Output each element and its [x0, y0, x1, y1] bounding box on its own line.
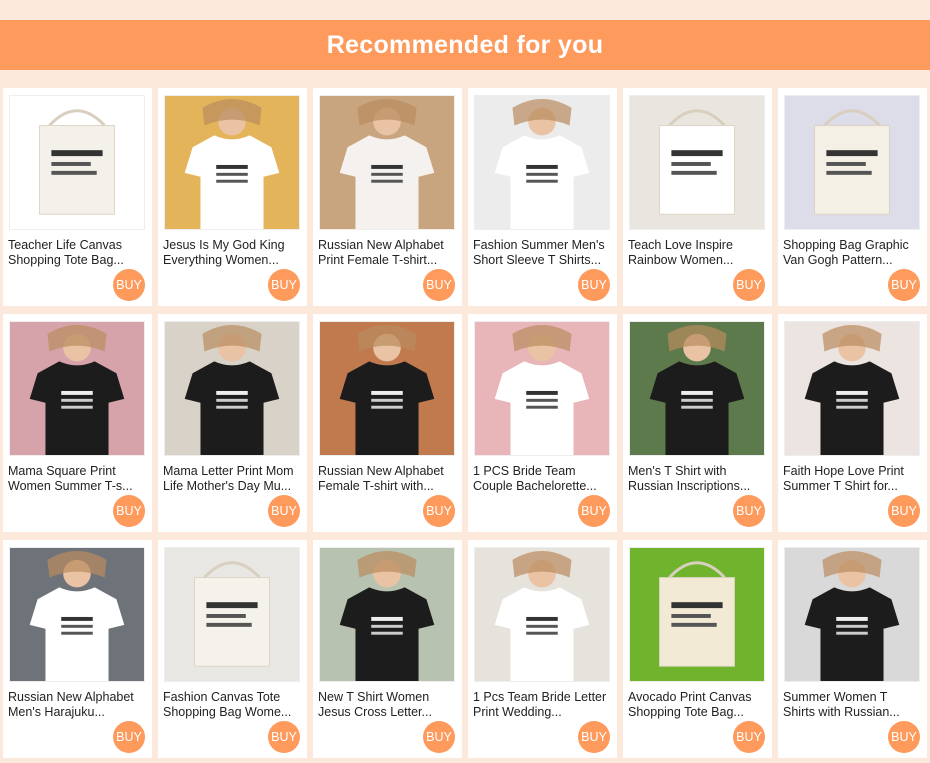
product-card[interactable]: Fashion Canvas Tote Shopping Bag Wome...… — [158, 540, 307, 758]
buy-button[interactable]: BUY — [578, 269, 610, 301]
buy-button[interactable]: BUY — [268, 269, 300, 301]
buy-button[interactable]: BUY — [423, 269, 455, 301]
product-card[interactable]: 1 PCS Bride Team Couple Bachelorette... B… — [468, 314, 617, 532]
product-card[interactable]: Faith Hope Love Print Summer T Shirt for… — [778, 314, 927, 532]
product-title[interactable]: Shopping Bag Graphic Van Gogh Pattern... — [783, 238, 921, 268]
buy-button[interactable]: BUY — [733, 721, 765, 753]
buy-button[interactable]: BUY — [733, 269, 765, 301]
product-title[interactable]: Mama Square Print Women Summer T-s... — [8, 464, 146, 494]
buy-button[interactable]: BUY — [423, 495, 455, 527]
product-card[interactable]: Mama Letter Print Mom Life Mother's Day … — [158, 314, 307, 532]
product-title[interactable]: Fashion Canvas Tote Shopping Bag Wome... — [163, 690, 301, 720]
buy-button[interactable]: BUY — [578, 495, 610, 527]
buy-button[interactable]: BUY — [423, 721, 455, 753]
buy-button[interactable]: BUY — [268, 721, 300, 753]
product-image[interactable] — [784, 321, 920, 456]
buy-button[interactable]: BUY — [113, 495, 145, 527]
product-title[interactable]: Faith Hope Love Print Summer T Shirt for… — [783, 464, 921, 494]
product-image[interactable] — [319, 95, 455, 230]
product-image[interactable] — [474, 547, 610, 682]
product-title[interactable]: 1 Pcs Team Bride Letter Print Wedding... — [473, 690, 611, 720]
product-title[interactable]: Teacher Life Canvas Shopping Tote Bag... — [8, 238, 146, 268]
product-image[interactable] — [164, 547, 300, 682]
buy-button[interactable]: BUY — [888, 269, 920, 301]
product-image[interactable] — [9, 321, 145, 456]
product-card[interactable]: New T Shirt Women Jesus Cross Letter... B… — [313, 540, 462, 758]
product-title[interactable]: Summer Women T Shirts with Russian... — [783, 690, 921, 720]
product-title[interactable]: New T Shirt Women Jesus Cross Letter... — [318, 690, 456, 720]
product-card[interactable]: Mama Square Print Women Summer T-s... BUY — [3, 314, 152, 532]
product-image[interactable] — [784, 95, 920, 230]
product-title[interactable]: Russian New Alphabet Female T-shirt with… — [318, 464, 456, 494]
product-title[interactable]: Men's T Shirt with Russian Inscriptions.… — [628, 464, 766, 494]
product-grid: Teacher Life Canvas Shopping Tote Bag...… — [0, 84, 930, 763]
product-title[interactable]: Fashion Summer Men's Short Sleeve T Shir… — [473, 238, 611, 268]
buy-button[interactable]: BUY — [578, 721, 610, 753]
product-image[interactable] — [9, 95, 145, 230]
product-image[interactable] — [319, 321, 455, 456]
section-title: Recommended for you — [326, 30, 604, 59]
product-title[interactable]: Teach Love Inspire Rainbow Women... — [628, 238, 766, 268]
product-card[interactable]: 1 Pcs Team Bride Letter Print Wedding...… — [468, 540, 617, 758]
product-image[interactable] — [629, 321, 765, 456]
product-card[interactable]: Teach Love Inspire Rainbow Women... BUY — [623, 88, 772, 306]
product-card[interactable]: Men's T Shirt with Russian Inscriptions.… — [623, 314, 772, 532]
buy-button[interactable]: BUY — [733, 495, 765, 527]
product-image[interactable] — [9, 547, 145, 682]
top-strip — [0, 0, 930, 20]
product-image[interactable] — [474, 95, 610, 230]
product-card[interactable]: Russian New Alphabet Men's Harajuku... BU… — [3, 540, 152, 758]
product-title[interactable]: Jesus Is My God King Everything Women... — [163, 238, 301, 268]
product-image[interactable] — [784, 547, 920, 682]
product-image[interactable] — [319, 547, 455, 682]
product-card[interactable]: Shopping Bag Graphic Van Gogh Pattern...… — [778, 88, 927, 306]
buy-button[interactable]: BUY — [888, 495, 920, 527]
buy-button[interactable]: BUY — [268, 495, 300, 527]
product-card[interactable]: Russian New Alphabet Print Female T-shir… — [313, 88, 462, 306]
product-card[interactable]: Summer Women T Shirts with Russian... BUY — [778, 540, 927, 758]
product-card[interactable]: Avocado Print Canvas Shopping Tote Bag..… — [623, 540, 772, 758]
product-card[interactable]: Teacher Life Canvas Shopping Tote Bag...… — [3, 88, 152, 306]
product-title[interactable]: Avocado Print Canvas Shopping Tote Bag..… — [628, 690, 766, 720]
product-card[interactable]: Fashion Summer Men's Short Sleeve T Shir… — [468, 88, 617, 306]
product-title[interactable]: Russian New Alphabet Print Female T-shir… — [318, 238, 456, 268]
product-title[interactable]: Russian New Alphabet Men's Harajuku... — [8, 690, 146, 720]
product-card[interactable]: Jesus Is My God King Everything Women...… — [158, 88, 307, 306]
buy-button[interactable]: BUY — [888, 721, 920, 753]
product-title[interactable]: 1 PCS Bride Team Couple Bachelorette... — [473, 464, 611, 494]
product-image[interactable] — [629, 95, 765, 230]
product-image[interactable] — [164, 95, 300, 230]
product-image[interactable] — [474, 321, 610, 456]
buy-button[interactable]: BUY — [113, 269, 145, 301]
buy-button[interactable]: BUY — [113, 721, 145, 753]
recommended-header: Recommended for you — [0, 20, 930, 70]
product-title[interactable]: Mama Letter Print Mom Life Mother's Day … — [163, 464, 301, 494]
product-image[interactable] — [164, 321, 300, 456]
product-image[interactable] — [629, 547, 765, 682]
product-card[interactable]: Russian New Alphabet Female T-shirt with… — [313, 314, 462, 532]
